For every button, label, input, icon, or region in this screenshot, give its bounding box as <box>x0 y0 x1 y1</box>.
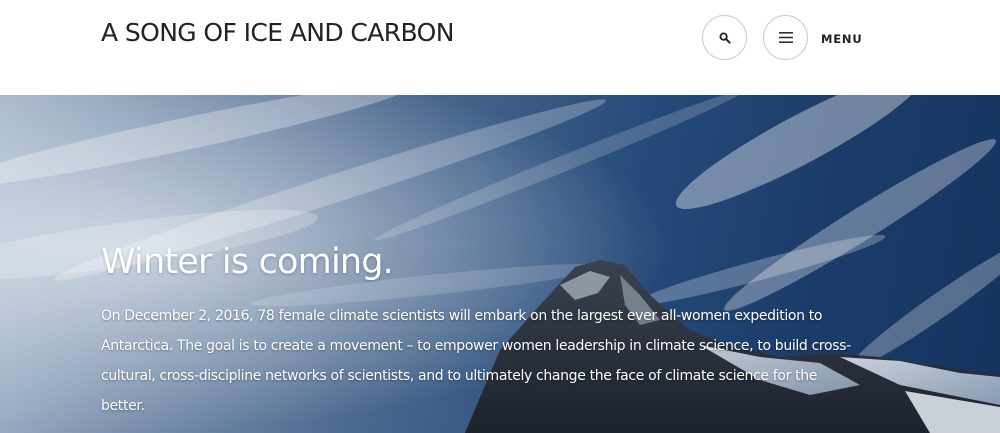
menu-label[interactable]: MENU <box>821 31 862 47</box>
hamburger-menu-icon <box>778 32 793 43</box>
hero-title: Winter is coming. <box>101 242 394 282</box>
site-header: A SONG OF ICE AND CARBON MENU <box>0 0 1000 95</box>
search-button[interactable] <box>702 15 747 60</box>
site-title[interactable]: A SONG OF ICE AND CARBON <box>101 16 454 50</box>
menu-button[interactable] <box>763 15 808 60</box>
search-icon <box>718 31 731 44</box>
hero-description: On December 2, 2016, 78 female climate s… <box>101 308 851 414</box>
hero-banner: Winter is coming. On December 2, 2016, 7… <box>0 95 1000 433</box>
